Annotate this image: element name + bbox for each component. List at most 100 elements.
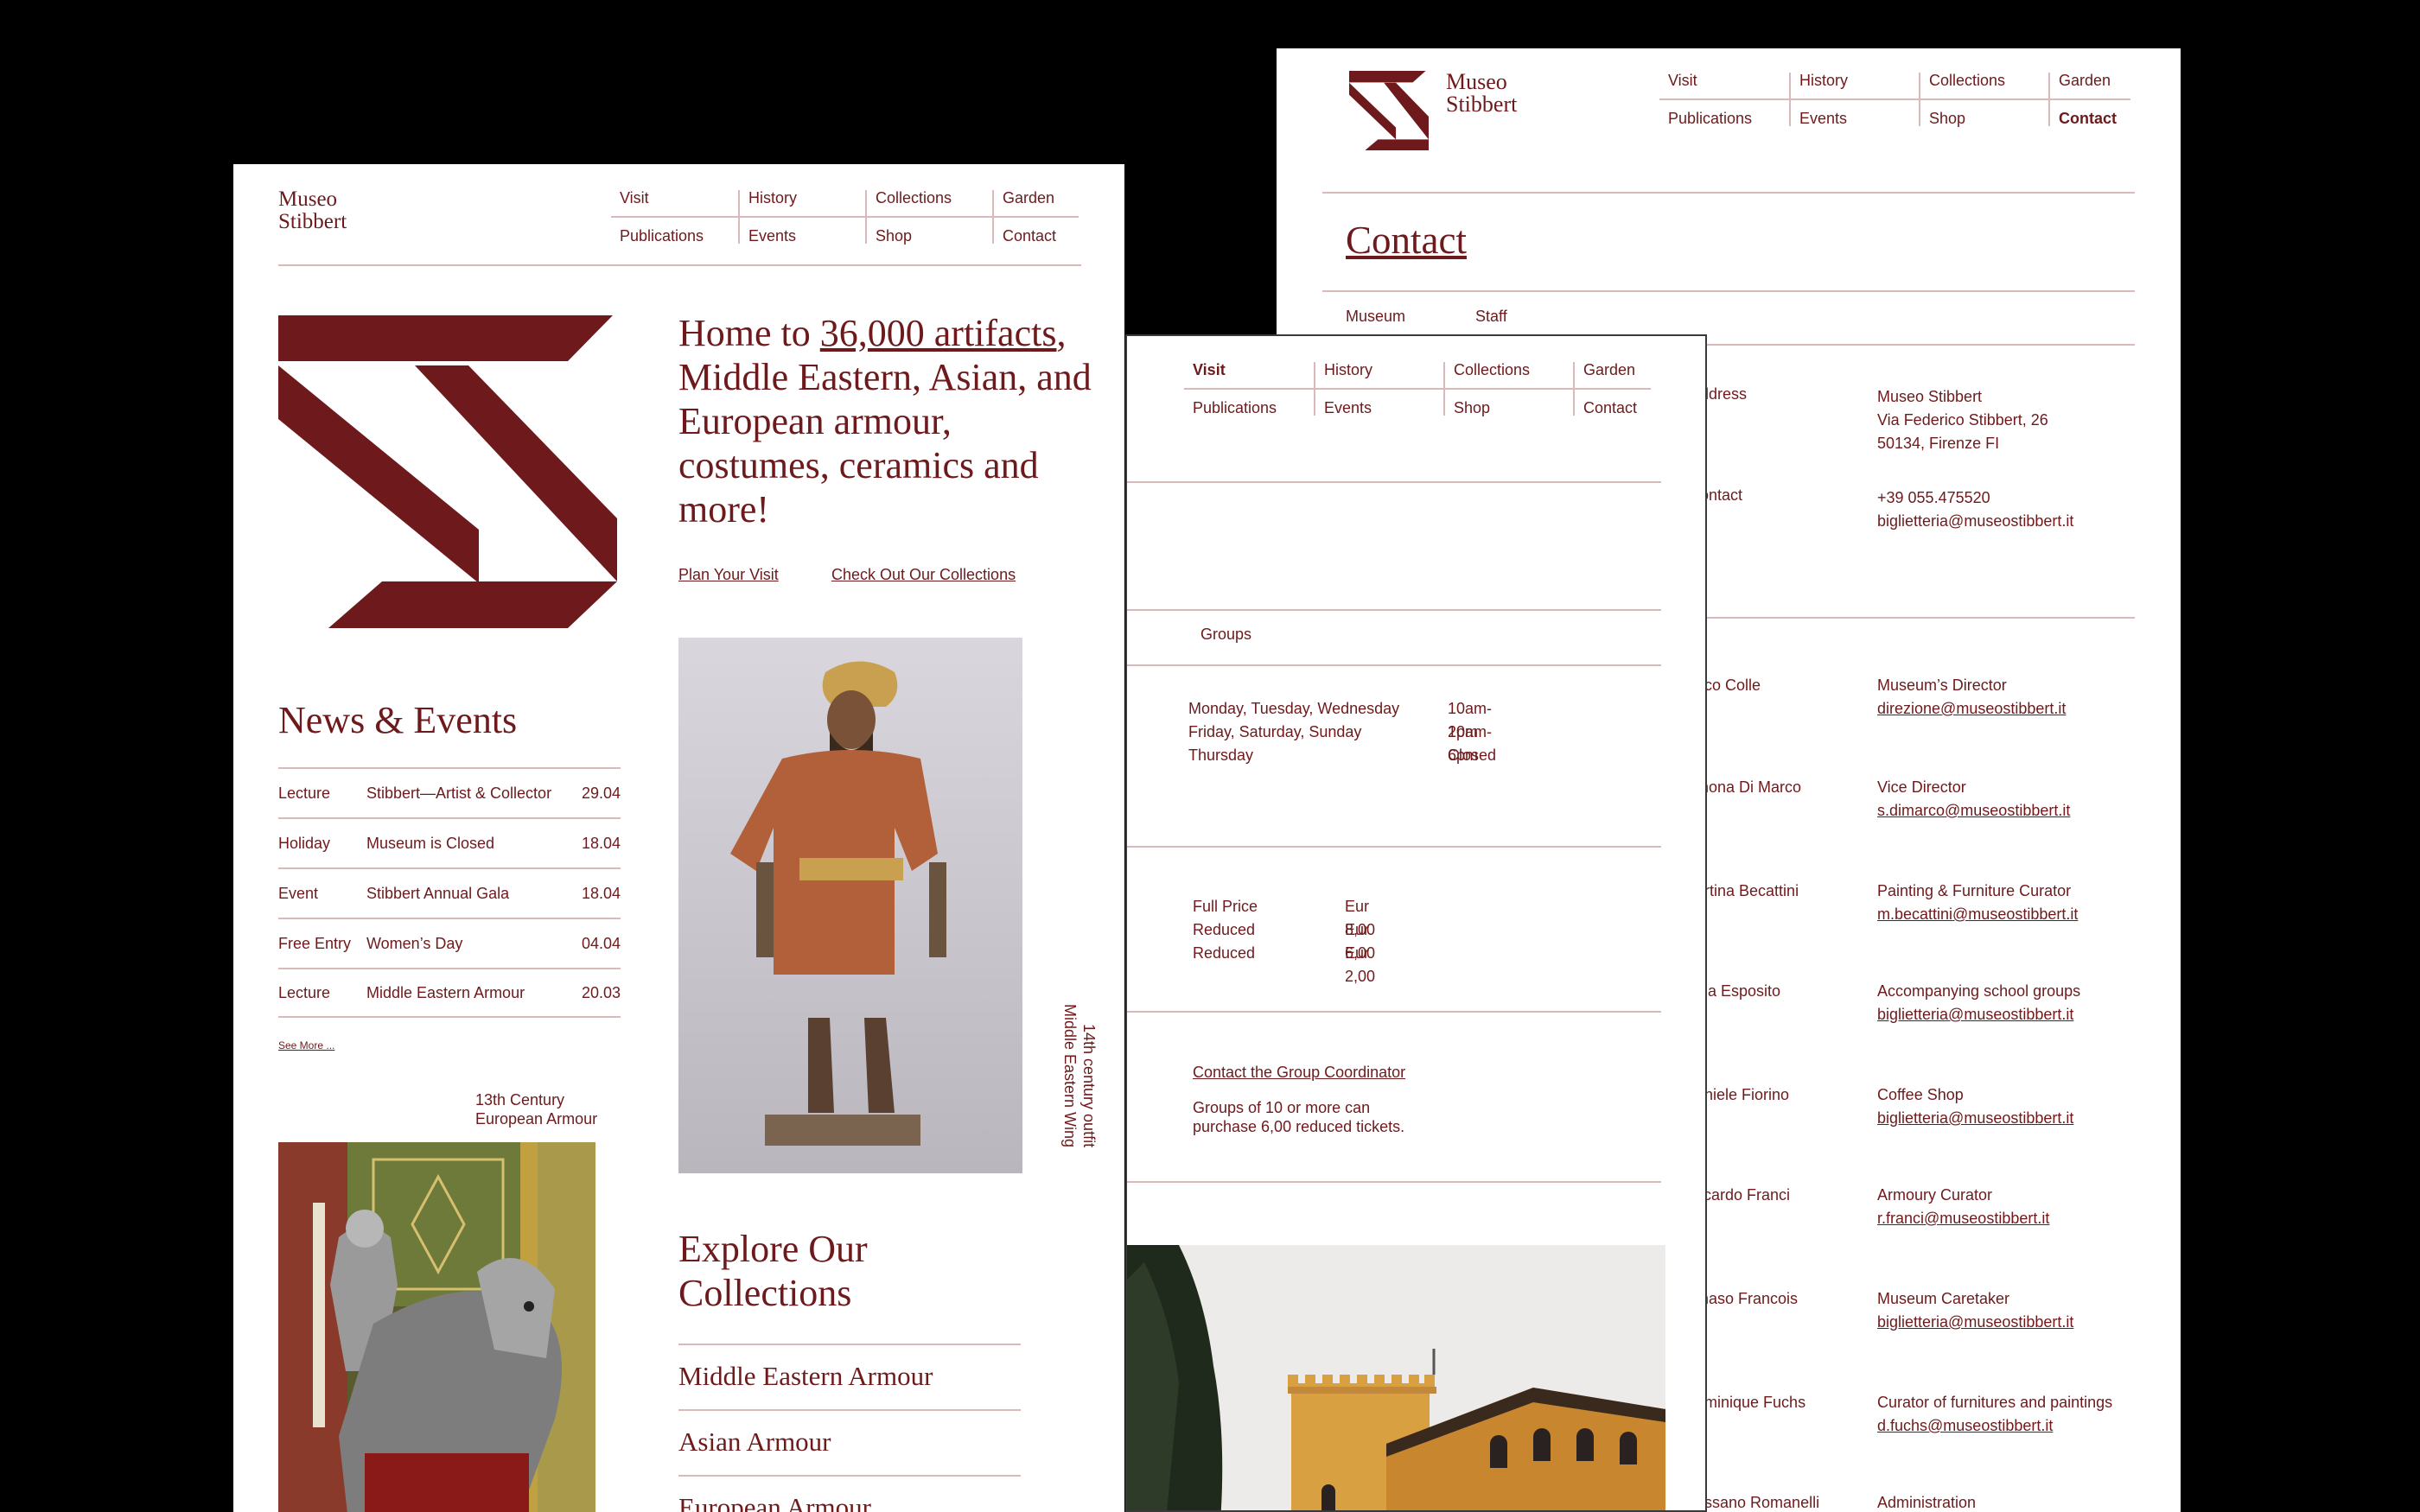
- staff-email-link[interactable]: biglietteria@museostibbert.it: [1877, 1107, 2073, 1130]
- museo-stibbert-logo-icon[interactable]: [1346, 71, 1432, 150]
- divider: [1127, 664, 1661, 666]
- group-note: Groups of 10 or more can purchase 6,00 r…: [1193, 1099, 1405, 1135]
- nav-collections[interactable]: Collections: [865, 190, 992, 218]
- tab-groups[interactable]: Groups: [1200, 626, 1251, 644]
- staff-role: Vice Director s.dimarco@museostibbert.it: [1877, 776, 2070, 823]
- staff-email-link[interactable]: m.becattini@museostibbert.it: [1877, 903, 2078, 926]
- staff-email-link[interactable]: direzione@museostibbert.it: [1877, 697, 2066, 721]
- nav-events[interactable]: Events: [1789, 100, 1919, 126]
- nav-publications[interactable]: Publications: [1659, 100, 1789, 126]
- price-label: Reduced: [1193, 921, 1256, 938]
- plan-visit-link[interactable]: Plan Your Visit: [678, 566, 779, 584]
- price-label: Reduced: [1193, 944, 1256, 962]
- divider: [278, 264, 1081, 266]
- news-item-title: Museum is Closed: [366, 834, 495, 852]
- nav-history[interactable]: History: [1789, 73, 1919, 100]
- staff-email-link[interactable]: biglietteria@museostibbert.it: [1877, 1003, 2080, 1026]
- collection-item[interactable]: Middle Eastern Armour: [678, 1344, 1021, 1392]
- news-item[interactable]: Holiday Museum is Closed 18.04: [278, 817, 621, 867]
- staff-role: Curator of furnitures and paintings d.fuc…: [1877, 1391, 2112, 1438]
- brand-name-line1: Museo: [1446, 69, 1507, 94]
- news-item-title: Stibbert—Artist & Collector: [366, 784, 552, 802]
- hours-days: Friday, Saturday, Sunday: [1188, 723, 1362, 740]
- staff-email-link[interactable]: biglietteria@museostibbert.it: [1877, 1311, 2073, 1334]
- staff-name: aniele Fiorino: [1696, 1086, 1790, 1103]
- email-address[interactable]: biglietteria@museostibbert.it: [1877, 510, 2073, 533]
- news-date: 04.04: [581, 934, 621, 952]
- contact-main-nav: Visit History Collections Garden Publica…: [1659, 73, 2130, 126]
- nav-garden[interactable]: Garden: [992, 190, 1079, 218]
- nav-visit[interactable]: Visit: [1659, 73, 1789, 100]
- villa-photo: [1127, 1245, 1665, 1510]
- address-line: 50134, Firenze FI: [1877, 435, 2000, 452]
- right-photo-caption: 14th century outfit Middle Eastern Wing: [1061, 1004, 1098, 1148]
- hours-time: Closed: [1448, 746, 1497, 764]
- explore-title: Explore Our Collections: [678, 1228, 868, 1314]
- price-label: Full Price: [1193, 898, 1258, 915]
- group-coordinator-link[interactable]: Contact the Group Coordinator: [1193, 1064, 1405, 1082]
- staff-name: ola Esposito: [1696, 982, 1781, 1000]
- staff-role: Painting & Furniture Curator m.becattini@…: [1877, 880, 2078, 926]
- tab-museum[interactable]: Museum: [1346, 308, 1405, 326]
- address-label: ddress: [1700, 385, 1748, 403]
- staff-name: mona Di Marco: [1696, 778, 1802, 796]
- collection-item[interactable]: European Armour: [678, 1475, 1021, 1512]
- nav-events[interactable]: Events: [1314, 390, 1443, 416]
- left-photo-caption: 13th Century European Armour: [475, 1091, 598, 1128]
- staff-role: Museum Caretaker biglietteria@museostibbe…: [1877, 1287, 2073, 1334]
- see-more-link[interactable]: See More ...: [278, 1039, 334, 1051]
- nav-shop[interactable]: Shop: [865, 218, 992, 244]
- nav-events[interactable]: Events: [738, 218, 865, 244]
- divider: [1127, 1181, 1661, 1183]
- hero-headline: Home to 36,000 artifacts, Middle Eastern…: [678, 312, 1092, 530]
- staff-role: Administration: [1877, 1494, 1977, 1511]
- news-title: News & Events: [278, 699, 518, 741]
- nav-history[interactable]: History: [738, 190, 865, 218]
- news-date: 20.03: [581, 983, 621, 1001]
- nav-garden[interactable]: Garden: [2048, 73, 2130, 100]
- opening-hours: Monday, Tuesday, Wednesday 10am-2pm Frida…: [1188, 697, 1496, 767]
- contact-block: +39 055.475520 biglietteria@museostibber…: [1877, 486, 2073, 533]
- nav-contact[interactable]: Contact: [992, 218, 1079, 244]
- staff-name: maso Francois: [1696, 1290, 1799, 1307]
- nav-visit[interactable]: Visit: [1184, 362, 1314, 390]
- divider: [1127, 609, 1661, 611]
- brand-name[interactable]: Museo Stibbert: [1446, 71, 1517, 116]
- check-collections-link[interactable]: Check Out Our Collections: [831, 566, 1016, 584]
- news-type: Lecture: [278, 784, 331, 802]
- news-type: Lecture: [278, 983, 331, 1001]
- news-item-title: Stibbert Annual Gala: [366, 884, 510, 902]
- news-date: 29.04: [581, 784, 621, 802]
- news-item[interactable]: Lecture Middle Eastern Armour 20.03: [278, 968, 621, 1018]
- tab-staff[interactable]: Staff: [1475, 308, 1507, 326]
- european-armour-photo: [278, 1142, 595, 1512]
- staff-email-link[interactable]: d.fuchs@museostibbert.it: [1877, 1414, 2112, 1438]
- brand-name[interactable]: Museo Stibbert: [278, 188, 347, 233]
- museo-stibbert-logo-icon: [278, 315, 617, 628]
- price-value: Eur 2,00: [1345, 944, 1376, 985]
- nav-garden[interactable]: Garden: [1573, 362, 1651, 390]
- hours-days: Thursday: [1188, 746, 1254, 764]
- news-date: 18.04: [581, 834, 621, 852]
- artifacts-link[interactable]: 36,000 artifacts: [820, 312, 1057, 354]
- news-item[interactable]: Free Entry Women’s Day 04.04: [278, 918, 621, 968]
- nav-visit[interactable]: Visit: [611, 190, 738, 218]
- staff-email-link[interactable]: s.dimarco@museostibbert.it: [1877, 799, 2070, 823]
- staff-email-link[interactable]: r.franci@museostibbert.it: [1877, 1207, 2049, 1230]
- nav-contact[interactable]: Contact: [2048, 100, 2130, 126]
- collection-item[interactable]: Asian Armour: [678, 1409, 1021, 1458]
- nav-shop[interactable]: Shop: [1443, 390, 1573, 416]
- nav-collections[interactable]: Collections: [1443, 362, 1573, 390]
- news-item[interactable]: Event Stibbert Annual Gala 18.04: [278, 867, 621, 918]
- nav-publications[interactable]: Publications: [611, 218, 738, 244]
- nav-contact[interactable]: Contact: [1573, 390, 1651, 416]
- nav-history[interactable]: History: [1314, 362, 1443, 390]
- phone-number[interactable]: +39 055.475520: [1877, 486, 2073, 510]
- nav-publications[interactable]: Publications: [1184, 390, 1314, 416]
- visit-page: Visit History Collections Garden Publica…: [1125, 334, 1707, 1512]
- nav-collections[interactable]: Collections: [1919, 73, 2048, 100]
- ticket-prices: Full Price Eur 8,00 Reduced Eur 6,00 Reduc…: [1193, 895, 1375, 985]
- staff-role: Armoury Curator r.franci@museostibbert.it: [1877, 1184, 2049, 1230]
- nav-shop[interactable]: Shop: [1919, 100, 2048, 126]
- news-item[interactable]: Lecture Stibbert—Artist & Collector 29.0…: [278, 767, 621, 817]
